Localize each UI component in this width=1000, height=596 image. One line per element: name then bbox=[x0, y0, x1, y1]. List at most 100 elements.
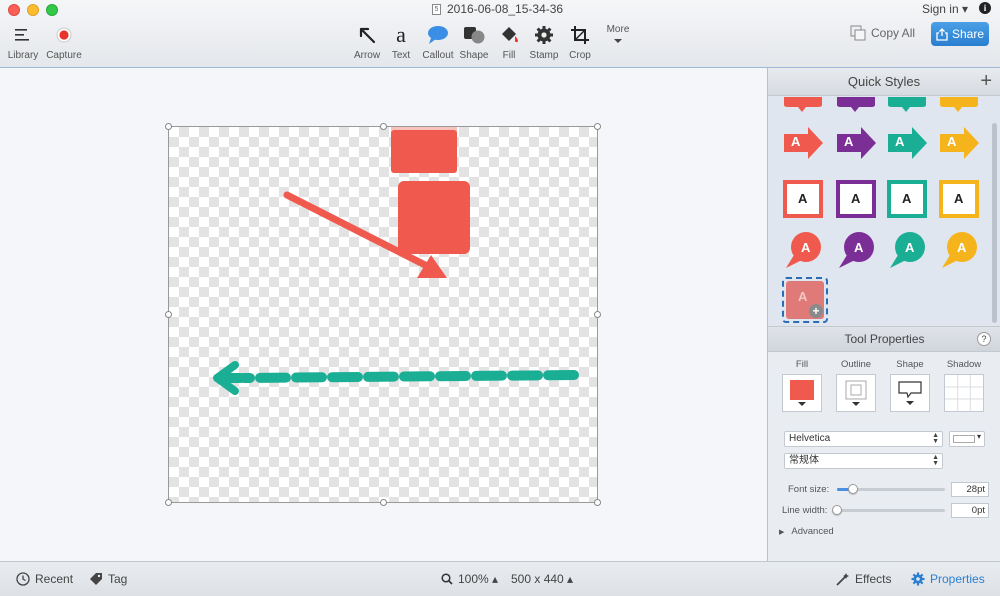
canvas-size-control[interactable]: 500 x 440 ▴ bbox=[511, 572, 573, 586]
zoom-window-button[interactable] bbox=[46, 4, 58, 16]
capture-label: Capture bbox=[46, 50, 82, 61]
tool-properties-header: Tool Properties ? bbox=[768, 326, 1000, 352]
style-bubble-red[interactable]: A bbox=[782, 230, 824, 272]
style-arrow-yellow[interactable]: A bbox=[938, 122, 980, 164]
teal-dashed-arrow-annotation[interactable] bbox=[213, 361, 579, 395]
close-window-button[interactable] bbox=[8, 4, 20, 16]
record-icon bbox=[56, 22, 72, 48]
copy-all-button[interactable]: Copy All bbox=[850, 25, 915, 41]
text-color-swatch bbox=[953, 435, 975, 443]
style-current-selected[interactable]: A + bbox=[782, 277, 828, 323]
quick-styles-grid: A A A A A A A A A A A A A + bbox=[768, 97, 990, 326]
font-family-select[interactable]: Helvetica ▲ ▼ bbox=[784, 431, 943, 447]
minimize-window-button[interactable] bbox=[27, 4, 39, 16]
style-callout-purple-partial[interactable] bbox=[835, 97, 877, 115]
magic-wand-icon bbox=[836, 573, 849, 586]
shape-tool-label: Shape bbox=[459, 50, 489, 61]
crop-icon bbox=[570, 22, 590, 48]
shape-rectangle-top[interactable] bbox=[391, 130, 457, 173]
recent-label: Recent bbox=[35, 572, 74, 586]
style-box-purple[interactable]: A bbox=[835, 178, 877, 220]
style-callout-red-partial[interactable] bbox=[782, 97, 824, 115]
style-box-teal[interactable]: A bbox=[886, 178, 928, 220]
shape-picker[interactable] bbox=[890, 374, 930, 412]
annotation-layer bbox=[213, 127, 579, 395]
arrow-tool-icon bbox=[357, 22, 377, 48]
style-arrow-red[interactable]: A bbox=[782, 122, 824, 164]
recent-button[interactable]: Recent bbox=[16, 572, 73, 586]
window-title-area: 5 2016-06-08_15-34-36 bbox=[432, 2, 563, 16]
status-bar: Recent Tag 100% ▴ 500 x 440 ▴ Effects Pr… bbox=[0, 561, 1000, 596]
chevron-down-icon: ▾ bbox=[976, 432, 981, 441]
shape-rectangle-bottom[interactable] bbox=[398, 181, 470, 254]
share-button[interactable]: Share bbox=[931, 22, 989, 46]
style-arrow-purple[interactable]: A bbox=[835, 122, 877, 164]
style-box-yellow[interactable]: A bbox=[938, 178, 980, 220]
resize-handle-top-left[interactable] bbox=[165, 123, 172, 130]
tag-button[interactable]: Tag bbox=[89, 572, 127, 586]
editor-canvas[interactable] bbox=[0, 68, 767, 561]
style-current-swatch: A + bbox=[786, 281, 824, 319]
info-icon[interactable]: i bbox=[979, 2, 991, 14]
style-bubble-yellow[interactable]: A bbox=[938, 230, 980, 272]
font-style-select[interactable]: 常规体 ▲ ▼ bbox=[784, 453, 943, 469]
callout-tool-icon bbox=[427, 22, 449, 48]
help-button[interactable]: ? bbox=[977, 332, 991, 346]
text-tool-glyph: a bbox=[396, 22, 406, 47]
shadow-picker[interactable] bbox=[944, 374, 984, 412]
style-letter: A bbox=[844, 134, 854, 149]
capture-button[interactable]: Capture bbox=[42, 22, 86, 61]
style-arrow-teal[interactable]: A bbox=[886, 122, 928, 164]
text-tool-icon: a bbox=[396, 22, 406, 48]
resize-handle-top[interactable] bbox=[380, 123, 387, 130]
fill-color-picker[interactable] bbox=[782, 374, 822, 412]
share-label: Share bbox=[951, 27, 985, 41]
chevron-down-icon bbox=[798, 402, 806, 406]
add-style-button[interactable]: + bbox=[980, 71, 992, 91]
advanced-disclosure[interactable]: ▶ Advanced bbox=[779, 526, 834, 537]
style-bubble-teal[interactable]: A bbox=[886, 230, 928, 272]
tag-label: Tag bbox=[108, 572, 128, 586]
style-callout-yellow-partial[interactable] bbox=[938, 97, 980, 115]
gear-icon bbox=[911, 572, 925, 586]
effects-button[interactable]: Effects bbox=[836, 572, 891, 586]
shape-label: Shape bbox=[896, 359, 924, 370]
text-color-picker[interactable]: ▾ bbox=[949, 431, 985, 447]
library-label: Library bbox=[7, 50, 39, 61]
more-label: More bbox=[606, 24, 630, 35]
line-width-slider[interactable] bbox=[832, 505, 945, 515]
outline-picker[interactable] bbox=[836, 374, 876, 412]
updown-icon: ▲ ▼ bbox=[932, 454, 939, 467]
properties-button[interactable]: Properties bbox=[911, 572, 985, 586]
resize-handle-right[interactable] bbox=[594, 311, 601, 318]
style-letter: A bbox=[905, 240, 915, 255]
image-canvas[interactable] bbox=[168, 126, 598, 503]
quick-styles-header: Quick Styles + bbox=[768, 68, 1000, 96]
resize-handle-top-right[interactable] bbox=[594, 123, 601, 130]
style-letter: A bbox=[902, 191, 912, 206]
window-title: 2016-06-08_15-34-36 bbox=[447, 2, 564, 16]
style-letter: A bbox=[791, 134, 801, 149]
resize-handle-bottom[interactable] bbox=[380, 499, 387, 506]
font-size-slider-knob[interactable] bbox=[848, 484, 859, 494]
zoom-control[interactable]: 100% ▴ bbox=[441, 572, 498, 586]
sign-in-menu[interactable]: Sign in ▾ bbox=[922, 2, 968, 16]
copy-icon bbox=[850, 25, 866, 41]
style-letter: A bbox=[798, 289, 808, 304]
shape-tool-icon bbox=[463, 22, 485, 48]
resize-handle-bottom-left[interactable] bbox=[165, 499, 172, 506]
styles-scrollbar[interactable] bbox=[992, 123, 997, 323]
more-tools-button[interactable]: More bbox=[596, 24, 640, 43]
style-box-red[interactable]: A bbox=[782, 178, 824, 220]
font-size-field[interactable]: 28pt bbox=[951, 482, 989, 497]
style-letter: A bbox=[798, 191, 808, 206]
line-width-field[interactable]: 0pt bbox=[951, 503, 989, 518]
line-width-slider-knob[interactable] bbox=[832, 505, 842, 515]
font-family-value: Helvetica bbox=[789, 433, 831, 444]
resize-handle-bottom-right[interactable] bbox=[594, 499, 601, 506]
font-size-slider[interactable] bbox=[837, 484, 945, 494]
library-button[interactable]: Library bbox=[1, 22, 45, 61]
style-bubble-purple[interactable]: A bbox=[835, 230, 877, 272]
resize-handle-left[interactable] bbox=[165, 311, 172, 318]
style-callout-teal-partial[interactable] bbox=[886, 97, 928, 115]
